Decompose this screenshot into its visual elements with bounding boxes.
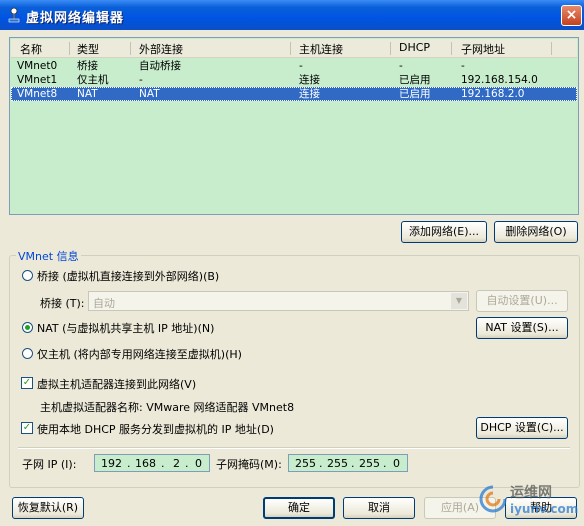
table-row[interactable]: VMnet1 仅主机 - 连接 已启用 192.168.154.0 [11, 73, 577, 87]
cell-host: 连接 [299, 74, 320, 86]
add-network-button[interactable]: 添加网络(E)... [401, 221, 487, 243]
table-row[interactable]: VMnet0 桥接 自动桥接 - - - [11, 59, 577, 73]
help-button[interactable]: 帮助 [505, 497, 577, 519]
cell-dhcp: - [399, 60, 403, 72]
use-dhcp-label[interactable]: 使用本地 DHCP 服务分发到虚拟机的 IP 地址(D) [37, 421, 274, 437]
cell-name: VMnet1 [17, 74, 58, 86]
close-button[interactable]: × [561, 5, 582, 26]
table-row-selected[interactable]: VMnet8 NAT NAT 连接 已启用 192.168.2.0 [11, 87, 577, 101]
auto-settings-button[interactable]: 自动设置(U)... [476, 290, 568, 312]
connect-adapter-checkbox[interactable]: ✓ [21, 377, 33, 389]
cell-dhcp: 已启用 [399, 88, 431, 100]
cell-type: 桥接 [77, 60, 98, 72]
bridged-to-select[interactable]: 自动 ▼ [88, 291, 469, 311]
mask-octet: 255 [359, 457, 380, 470]
nat-radio[interactable] [22, 322, 33, 333]
cell-subnet: - [461, 60, 465, 72]
col-header-subnet[interactable]: 子网地址 [461, 41, 505, 57]
ip-octet: 192 [101, 457, 122, 470]
close-icon: × [565, 7, 578, 23]
ip-octet: 2 [173, 457, 180, 470]
adapter-name-text: 主机虚拟适配器名称: VMware 网络适配器 VMnet8 [40, 401, 295, 414]
col-header-host[interactable]: 主机连接 [299, 41, 343, 57]
subnet-mask-field[interactable]: 255 . 255 . 255 . 0 [288, 454, 408, 472]
divider [18, 447, 570, 449]
hostonly-label[interactable]: 仅主机 (将内部专用网络连接至虚拟机)(H) [37, 346, 242, 362]
mask-octet: 255 [295, 457, 316, 470]
restore-defaults-button[interactable]: 恢复默认(R) [12, 497, 84, 519]
subnet-mask-label: 子网掩码(M): [216, 458, 282, 471]
bridged-to-label: 桥接 (T): [40, 297, 85, 310]
cell-host: - [299, 60, 303, 72]
ok-button[interactable]: 确定 [263, 497, 335, 519]
ip-octet: 168 [135, 457, 156, 470]
cell-type: NAT [77, 88, 98, 100]
nat-label[interactable]: NAT (与虚拟机共享主机 IP 地址)(N) [37, 320, 214, 336]
mask-octet: 255 [327, 457, 348, 470]
cell-subnet: 192.168.154.0 [461, 74, 538, 86]
list-header: 名称 类型 外部连接 主机连接 DHCP 子网地址 [11, 39, 577, 58]
title-bar[interactable]: 虚拟网络编辑器 × [0, 0, 584, 30]
apply-button[interactable]: 应用(A) [424, 497, 496, 519]
col-header-name[interactable]: 名称 [20, 41, 42, 57]
cell-subnet: 192.168.2.0 [461, 88, 525, 100]
cell-name: VMnet0 [17, 60, 58, 72]
cancel-button[interactable]: 取消 [343, 497, 415, 519]
col-header-external[interactable]: 外部连接 [139, 41, 183, 57]
bridged-to-value: 自动 [93, 297, 115, 310]
cell-name: VMnet8 [17, 88, 58, 100]
dhcp-settings-button[interactable]: DHCP 设置(C)... [476, 417, 568, 439]
nat-settings-button[interactable]: NAT 设置(S)... [476, 317, 568, 339]
chevron-down-icon[interactable]: ▼ [451, 293, 467, 309]
use-dhcp-checkbox[interactable]: ✓ [21, 422, 33, 434]
virtual-network-editor-window: 虚拟网络编辑器 × 名称 类型 外部连接 主机连接 DHCP 子网地址 VMne… [0, 0, 584, 526]
subnet-ip-field[interactable]: 192 . 168 . 2 . 0 [94, 454, 210, 472]
cell-dhcp: 已启用 [399, 74, 431, 86]
cell-external: - [139, 74, 143, 86]
col-header-dhcp[interactable]: DHCP [399, 41, 430, 54]
cell-type: 仅主机 [77, 74, 109, 86]
ip-octet: 0 [195, 457, 202, 470]
mask-octet: 0 [393, 457, 400, 470]
vmnet-info-title: VMnet 信息 [16, 248, 81, 264]
hostonly-radio[interactable] [22, 348, 33, 359]
cell-host: 连接 [299, 88, 320, 100]
cell-external: 自动桥接 [139, 60, 181, 72]
window-title: 虚拟网络编辑器 [26, 11, 125, 26]
connect-adapter-label[interactable]: 虚拟主机适配器连接到此网络(V) [37, 376, 196, 392]
col-header-type[interactable]: 类型 [77, 41, 99, 57]
remove-network-button[interactable]: 删除网络(O) [494, 221, 578, 243]
network-list[interactable]: 名称 类型 外部连接 主机连接 DHCP 子网地址 VMnet0 桥接 自动桥接… [9, 37, 579, 215]
bridged-label[interactable]: 桥接 (虚拟机直接连接到外部网络)(B) [37, 268, 219, 284]
subnet-ip-label: 子网 IP (I): [22, 458, 77, 471]
network-editor-icon [8, 7, 20, 23]
cell-external: NAT [139, 88, 160, 100]
bridged-radio[interactable] [22, 270, 33, 281]
